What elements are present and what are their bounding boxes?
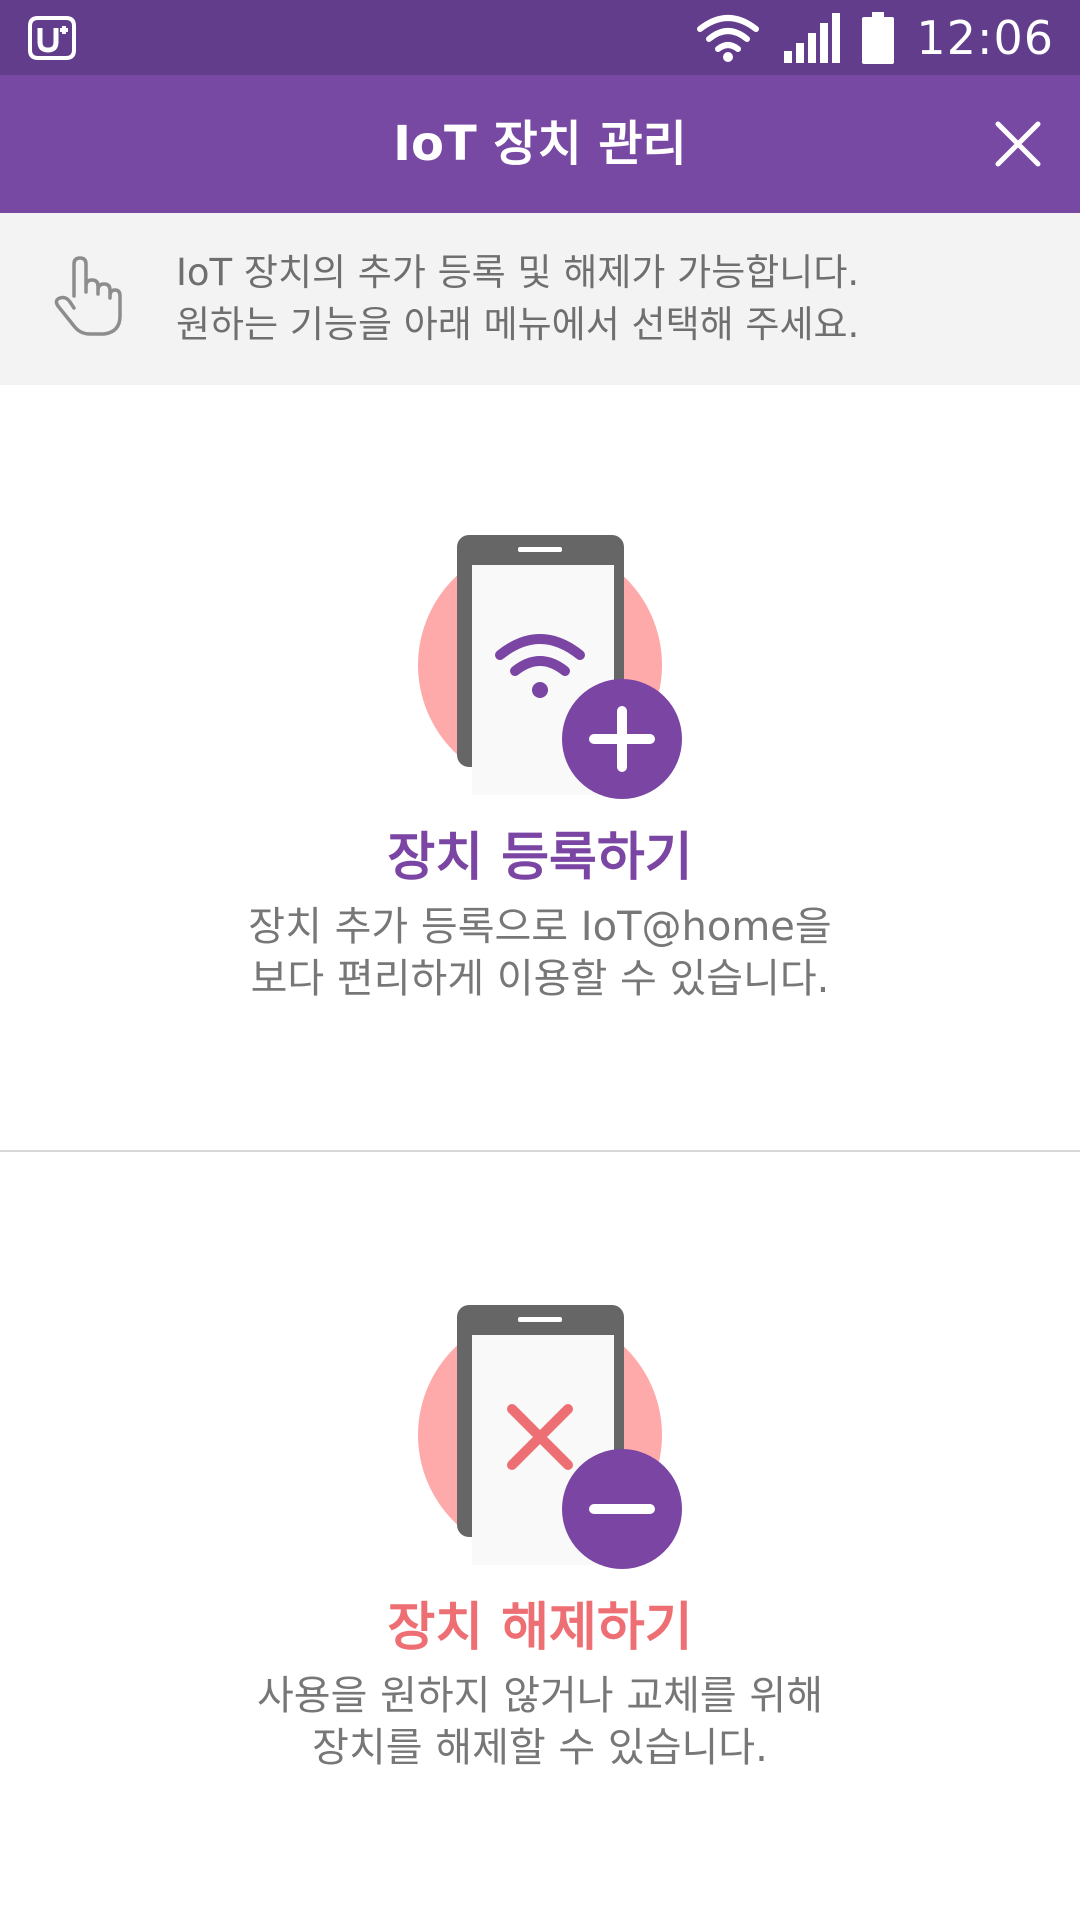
release-title: 장치 해제하기: [387, 1598, 693, 1658]
close-button[interactable]: [980, 106, 1056, 182]
info-line-2: 원하는 기능을 아래 메뉴에서 선택해 주세요.: [176, 303, 860, 346]
register-desc-line-1: 장치 추가 등록으로 IoT@home을: [248, 904, 832, 950]
uplus-logo-icon: [28, 16, 76, 60]
release-desc-line-2: 장치를 해제할 수 있습니다.: [312, 1725, 768, 1771]
wifi-icon: [697, 14, 760, 62]
status-time: 12:06: [916, 10, 1054, 65]
signal-icon: [784, 12, 841, 63]
release-desc-line-1: 사용을 원하지 않거나 교체를 위해: [256, 1673, 824, 1719]
info-text: IoT 장치의 추가 등록 및 해제가 가능합니다. 원하는 기능을 아래 메뉴…: [176, 247, 859, 351]
page-title: IoT 장치 관리: [393, 116, 687, 172]
hand-pointer-icon: [54, 256, 122, 336]
release-description: 사용을 원하지 않거나 교체를 위해 장치를 해제할 수 있습니다.: [0, 1670, 1080, 1774]
register-device-card[interactable]: 장치 등록하기 장치 추가 등록으로 IoT@home을 보다 편리하게 이용할…: [0, 385, 1080, 1150]
register-desc-line-2: 보다 편리하게 이용할 수 있습니다.: [250, 956, 830, 1002]
phone-wifi-add-icon: [418, 535, 682, 799]
register-title: 장치 등록하기: [387, 828, 693, 888]
screen: 12:06 IoT 장치 관리 IoT 장치의 추가 등록 및 해제가 가능합니…: [0, 0, 1080, 1918]
app-bar: IoT 장치 관리: [0, 75, 1080, 213]
info-line-1: IoT 장치의 추가 등록 및 해제가 가능합니다.: [176, 251, 860, 294]
close-icon: [995, 121, 1041, 167]
release-device-card[interactable]: 장치 해제하기 사용을 원하지 않거나 교체를 위해 장치를 해제할 수 있습니…: [0, 1152, 1080, 1918]
status-bar: 12:06: [0, 0, 1080, 75]
register-description: 장치 추가 등록으로 IoT@home을 보다 편리하게 이용할 수 있습니다.: [0, 901, 1080, 1005]
battery-icon: [862, 11, 895, 64]
phone-remove-icon: [418, 1305, 682, 1569]
